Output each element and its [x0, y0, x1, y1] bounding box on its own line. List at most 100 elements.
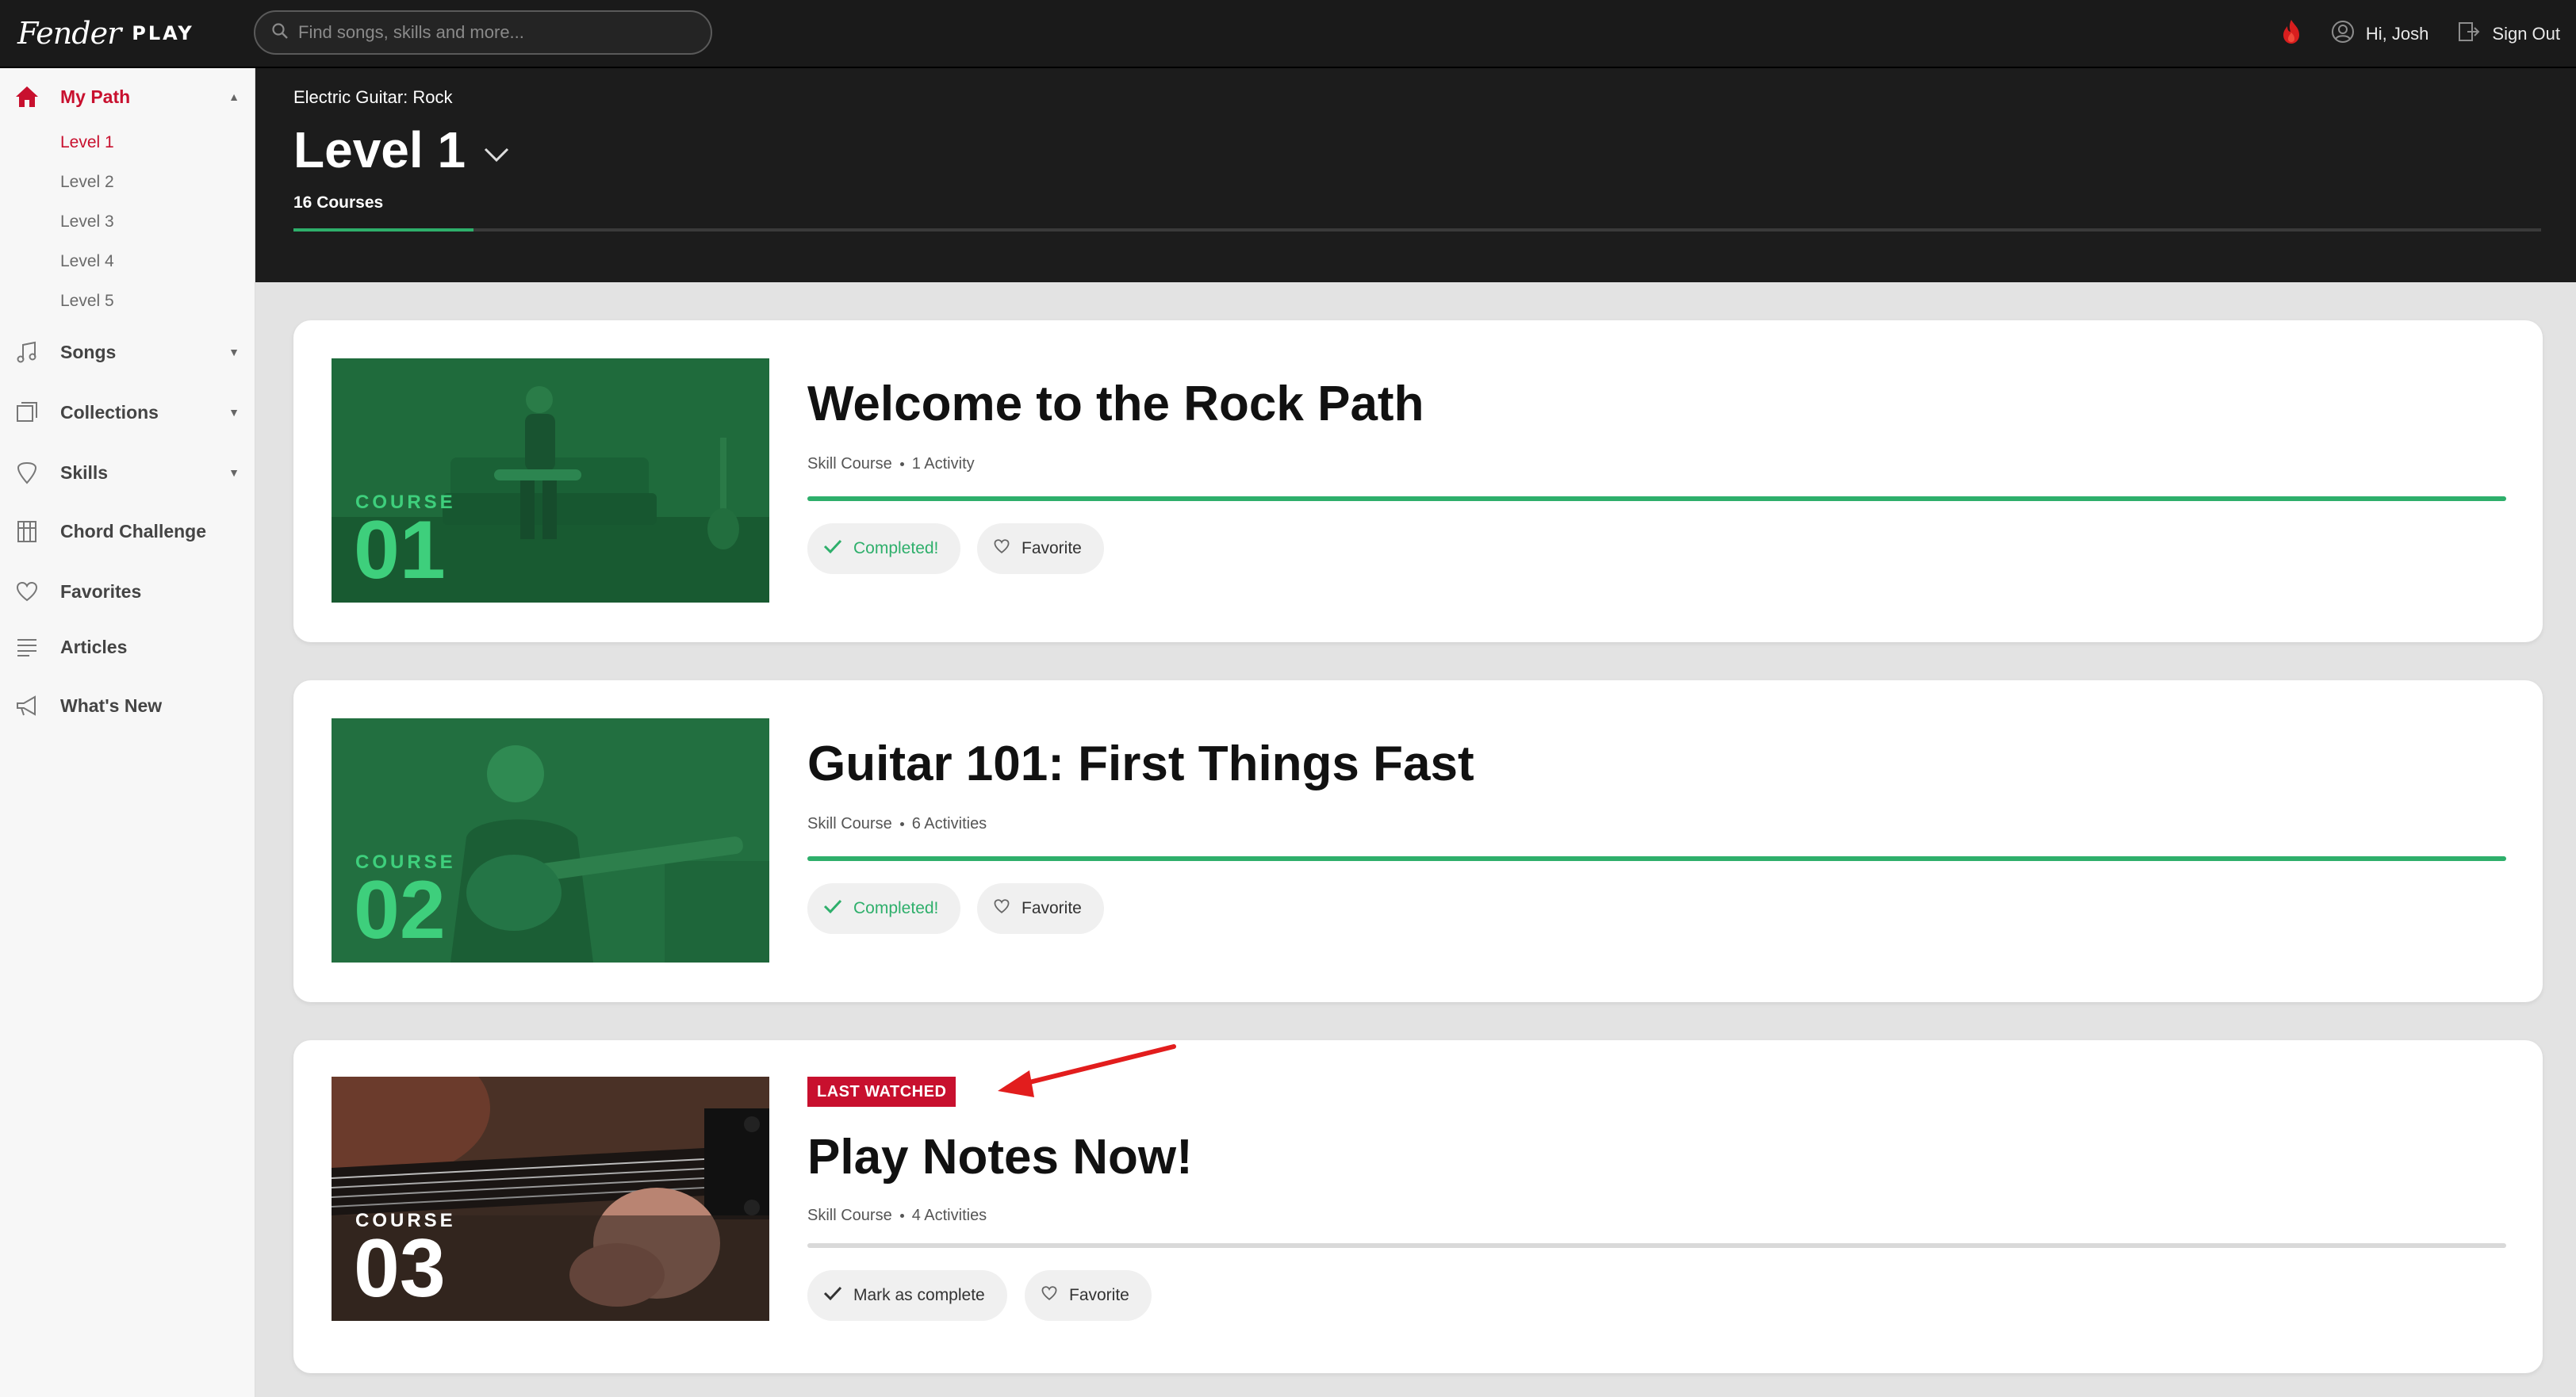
course-activities: 4 Activities [911, 1207, 987, 1224]
sidebar-item-skills[interactable]: Skills ▼ [0, 449, 255, 496]
course-type: Skill Course [807, 1207, 892, 1224]
course-activities: 6 Activities [911, 815, 987, 832]
favorite-button[interactable]: Favorite [977, 523, 1104, 574]
sidebar-level-2[interactable]: Level 2 [60, 173, 114, 192]
sidebar-level-5[interactable]: Level 5 [60, 292, 114, 311]
sidebar-item-label: Skills [60, 461, 109, 483]
breadcrumb[interactable]: Electric Guitar: Rock [293, 87, 453, 108]
favorite-button[interactable]: Favorite [1025, 1270, 1152, 1321]
course-number: 01 [354, 504, 446, 596]
sidebar-level-1[interactable]: Level 1 [60, 133, 114, 152]
sidebar-item-whats-new[interactable]: What's New [0, 682, 255, 729]
chord-grid-icon [13, 517, 41, 545]
sidebar-item-label: Chord Challenge [60, 520, 207, 542]
sidebar-item-label: Articles [60, 636, 128, 657]
sidebar-level-3[interactable]: Level 3 [60, 212, 114, 232]
top-right-controls: Hi, Josh Sign Out [2280, 0, 2560, 68]
course-progress-fill [807, 856, 2506, 861]
heart-icon [993, 538, 1010, 559]
course-thumbnail[interactable]: COURSE 02 [332, 718, 769, 963]
greeting-text: Hi, Josh [2365, 24, 2429, 44]
page-title: Level 1 [293, 121, 466, 178]
signout-icon [2457, 20, 2481, 48]
course-count: 16 Courses [293, 193, 384, 212]
course-thumbnail[interactable]: COURSE 01 [332, 358, 769, 603]
course-card[interactable]: COURSE 02 Guitar 101: First Things Fast … [293, 680, 2543, 1002]
sidebar: My Path ▲ Level 1 Level 2 Level 3 Level … [0, 68, 255, 1397]
check-icon [823, 1285, 842, 1306]
logo-script: Fender [17, 16, 121, 51]
caret-down-icon: ▼ [228, 406, 240, 419]
user-icon [2331, 20, 2355, 48]
check-icon [823, 898, 842, 919]
top-bar: Fender PLAY Hi, Josh Sign Out [0, 0, 2576, 68]
favorite-button[interactable]: Favorite [977, 883, 1104, 934]
level-progress-fill [293, 228, 473, 232]
last-watched-badge: LAST WATCHED [807, 1077, 956, 1107]
caret-down-icon: ▼ [228, 346, 240, 358]
collections-icon [13, 398, 41, 427]
completed-button[interactable]: Completed! [807, 883, 961, 934]
article-icon [13, 633, 41, 661]
sidebar-item-chord-challenge[interactable]: Chord Challenge [0, 507, 255, 555]
separator-dot [899, 822, 904, 826]
sidebar-item-label: Favorites [60, 580, 142, 602]
course-type: Skill Course [807, 815, 892, 832]
heart-icon [1041, 1285, 1058, 1306]
level-progress-track [293, 228, 2541, 232]
user-menu[interactable]: Hi, Josh [2331, 20, 2428, 48]
course-number: 02 [354, 864, 446, 956]
check-icon [823, 538, 842, 559]
sidebar-item-label: What's New [60, 695, 163, 716]
pick-icon [13, 458, 41, 487]
sidebar-item-songs[interactable]: Songs ▼ [0, 328, 255, 376]
mark-complete-label: Mark as complete [853, 1286, 985, 1304]
separator-dot [899, 1214, 904, 1218]
sidebar-item-articles[interactable]: Articles [0, 623, 255, 671]
search-icon [271, 22, 289, 44]
course-card[interactable]: COURSE 01 Welcome to the Rock Path Skill… [293, 320, 2543, 642]
flame-icon[interactable] [2280, 18, 2302, 50]
megaphone-icon [13, 691, 41, 720]
course-progress-track [807, 1243, 2506, 1248]
sidebar-item-label: My Path [60, 86, 131, 107]
course-title[interactable]: Welcome to the Rock Path [807, 376, 1424, 432]
course-thumbnail[interactable]: COURSE 03 [332, 1077, 769, 1321]
course-progress-track [807, 496, 2506, 501]
course-meta: Skill Course 6 Activities [807, 815, 987, 833]
level-selector[interactable]: Level 1 [293, 121, 510, 179]
caret-down-icon: ▼ [228, 466, 240, 479]
search-input[interactable] [298, 22, 695, 43]
course-title[interactable]: Guitar 101: First Things Fast [807, 736, 1474, 792]
sign-out-label: Sign Out [2492, 24, 2560, 44]
course-card[interactable]: COURSE 03 LAST WATCHED Play Notes Now! S… [293, 1040, 2543, 1373]
level-header: Electric Guitar: Rock Level 1 16 Courses [255, 68, 2576, 282]
completed-label: Completed! [853, 539, 939, 557]
sign-out-link[interactable]: Sign Out [2457, 20, 2560, 48]
mark-complete-button[interactable]: Mark as complete [807, 1270, 1007, 1321]
annotation-arrow-icon [998, 1044, 1176, 1097]
course-meta: Skill Course 1 Activity [807, 455, 975, 473]
sidebar-level-4[interactable]: Level 4 [60, 252, 114, 271]
fender-play-logo[interactable]: Fender PLAY [17, 11, 194, 55]
course-title[interactable]: Play Notes Now! [807, 1129, 1193, 1185]
favorite-label: Favorite [1069, 1286, 1129, 1304]
chevron-down-icon [483, 140, 510, 170]
course-number: 03 [354, 1223, 446, 1315]
course-progress-track [807, 856, 2506, 861]
sidebar-item-my-path[interactable]: My Path ▲ [0, 73, 255, 121]
sidebar-item-favorites[interactable]: Favorites [0, 568, 255, 615]
search-box[interactable] [254, 10, 712, 55]
heart-icon [993, 898, 1010, 919]
sidebar-item-label: Songs [60, 341, 117, 362]
sidebar-item-collections[interactable]: Collections ▼ [0, 388, 255, 436]
course-meta: Skill Course 4 Activities [807, 1207, 987, 1225]
heart-icon [13, 577, 41, 606]
home-icon [13, 82, 41, 111]
course-activities: 1 Activity [911, 455, 975, 473]
completed-button[interactable]: Completed! [807, 523, 961, 574]
completed-label: Completed! [853, 899, 939, 917]
favorite-label: Favorite [1022, 539, 1082, 557]
music-icon [13, 338, 41, 366]
separator-dot [899, 462, 904, 466]
